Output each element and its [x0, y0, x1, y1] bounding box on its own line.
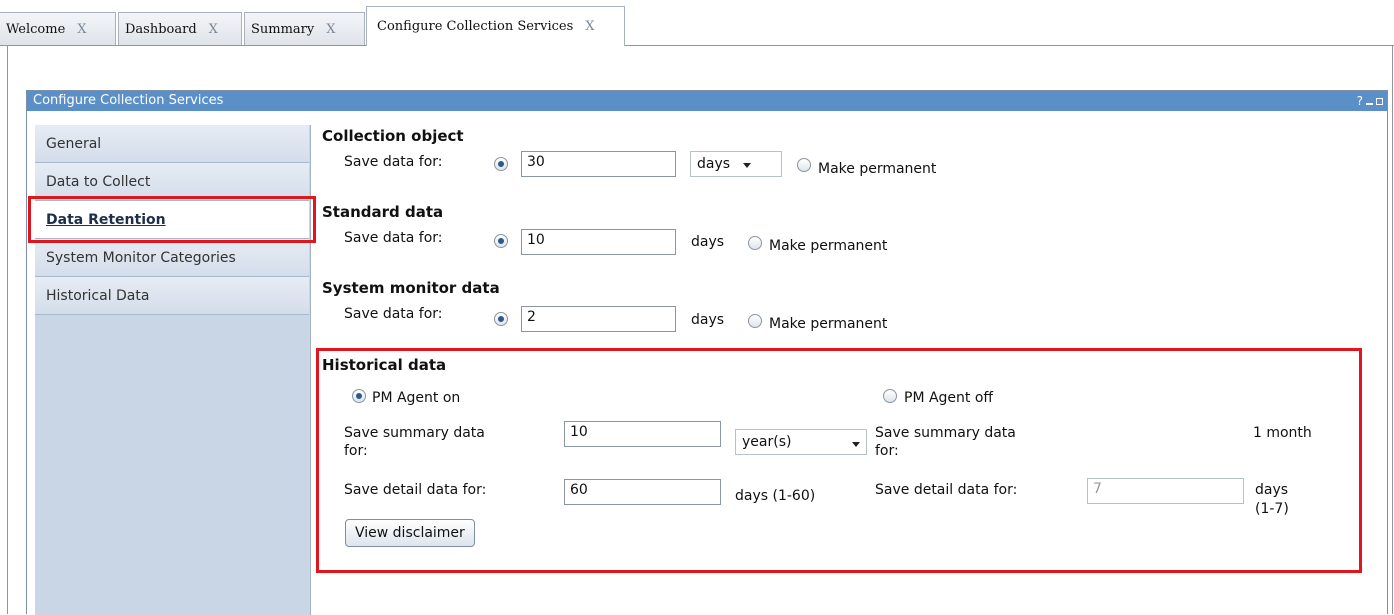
collection-object-input[interactable]: 30: [521, 151, 676, 177]
tab-label: Dashboard: [125, 21, 197, 37]
close-icon[interactable]: X: [209, 22, 218, 37]
collection-object-days-radio[interactable]: [494, 157, 508, 171]
standard-data-label: Save data for:: [344, 230, 443, 246]
standard-data-permanent-label: Make permanent: [769, 238, 888, 254]
summary-data-unit-select[interactable]: year(s): [735, 429, 867, 455]
frame-border: [7, 46, 8, 614]
sidebar-item-data-retention[interactable]: Data Retention: [35, 201, 309, 239]
detail-data-input[interactable]: 60: [564, 479, 721, 505]
tab-label: Welcome: [6, 21, 66, 37]
chevron-down-icon: [743, 163, 751, 168]
collection-object-permanent-label: Make permanent: [818, 161, 937, 177]
system-monitor-data-permanent-radio[interactable]: [748, 314, 762, 328]
standard-data-days-radio[interactable]: [494, 234, 508, 248]
window-titlebar: Configure Collection Services ?: [27, 91, 1387, 111]
tab-divider: [0, 45, 1394, 46]
tab-label: Summary: [251, 21, 315, 37]
summary-data-input[interactable]: 10: [564, 421, 721, 447]
tab-bar: Welcome X Dashboard X Summary X Configur…: [0, 0, 1394, 46]
sidebar: General Data to Collect Data Retention S…: [35, 125, 311, 615]
sidebar-item-general[interactable]: General: [35, 125, 309, 163]
chevron-down-icon: [852, 442, 860, 447]
standard-data-heading: Standard data: [322, 203, 444, 221]
help-icon[interactable]: ?: [1357, 91, 1363, 111]
select-value: days: [697, 156, 731, 172]
detail-data-label: Save detail data for:: [344, 482, 487, 498]
maximize-icon[interactable]: [1376, 97, 1383, 105]
tab-label: Configure Collection Services: [377, 19, 574, 34]
off-summary-data-value: 1 month: [1253, 425, 1312, 441]
system-monitor-data-days-radio[interactable]: [494, 312, 508, 326]
standard-data-unit: days: [691, 234, 725, 250]
system-monitor-data-unit: days: [691, 312, 725, 328]
system-monitor-data-heading: System monitor data: [322, 279, 500, 297]
summary-data-label-cont: for:: [344, 443, 368, 459]
minimize-icon[interactable]: [1366, 103, 1373, 105]
window-controls: ?: [1357, 91, 1383, 111]
pm-agent-on-radio[interactable]: [352, 389, 366, 403]
tab-welcome[interactable]: Welcome X: [0, 12, 116, 45]
system-monitor-data-label: Save data for:: [344, 306, 443, 322]
sidebar-item-historical-data[interactable]: Historical Data: [35, 277, 309, 315]
close-icon[interactable]: X: [585, 19, 594, 34]
tab-configure-collection-services[interactable]: Configure Collection Services X: [366, 6, 625, 46]
off-detail-data-label: Save detail data for:: [875, 482, 1018, 498]
standard-data-permanent-radio[interactable]: [748, 236, 762, 250]
frame-border: [1392, 46, 1393, 614]
off-summary-data-label: Save summary data: [875, 425, 1016, 441]
window-title: Configure Collection Services: [33, 93, 224, 108]
tab-dashboard[interactable]: Dashboard X: [118, 12, 242, 45]
collection-object-heading: Collection object: [322, 127, 464, 145]
summary-data-label: Save summary data: [344, 425, 485, 441]
collection-object-permanent-radio[interactable]: [797, 158, 811, 172]
system-monitor-data-input[interactable]: 2: [521, 306, 676, 332]
off-detail-data-range: (1-7): [1255, 501, 1289, 517]
pm-agent-off-label: PM Agent off: [904, 390, 994, 406]
standard-data-input[interactable]: 10: [521, 229, 676, 255]
configure-collection-services-window: Configure Collection Services ? General …: [26, 90, 1388, 615]
collection-object-label: Save data for:: [344, 154, 443, 170]
view-disclaimer-button[interactable]: View disclaimer: [345, 519, 475, 547]
pm-agent-off-radio[interactable]: [883, 389, 897, 403]
sidebar-item-system-monitor-categories[interactable]: System Monitor Categories: [35, 239, 309, 277]
collection-object-unit-select[interactable]: days: [690, 151, 782, 177]
close-icon[interactable]: X: [77, 22, 86, 37]
pm-agent-on-label: PM Agent on: [372, 390, 461, 406]
system-monitor-data-permanent-label: Make permanent: [769, 316, 888, 332]
off-summary-data-label-cont: for:: [875, 443, 899, 459]
tab-summary[interactable]: Summary X: [244, 12, 365, 45]
detail-data-unit: days (1-60): [735, 488, 816, 504]
off-detail-data-unit: days: [1255, 482, 1289, 498]
sidebar-item-data-to-collect[interactable]: Data to Collect: [35, 163, 309, 201]
select-value: year(s): [742, 434, 792, 450]
historical-data-heading: Historical data: [322, 356, 447, 374]
off-detail-data-input[interactable]: 7: [1087, 478, 1244, 504]
close-icon[interactable]: X: [326, 22, 335, 37]
